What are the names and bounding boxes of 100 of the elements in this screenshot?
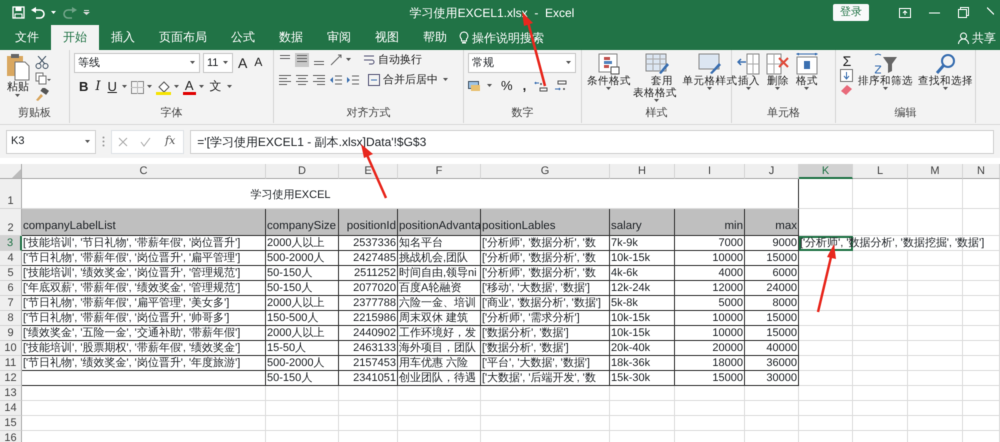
column-header[interactable]: D — [266, 164, 339, 179]
save-icon[interactable] — [12, 6, 25, 19]
table-cell[interactable]: 12000 — [675, 281, 745, 296]
column-header[interactable]: M — [908, 164, 963, 179]
table-cell[interactable]: ['数据分析', '数据'] — [481, 341, 610, 356]
table-cell[interactable]: 6000 — [745, 266, 799, 281]
table-cell[interactable]: 2440902 — [339, 326, 398, 341]
currency-icon[interactable] — [468, 80, 481, 92]
ribbon-button[interactable]: 单元格样式 — [681, 53, 738, 104]
table-cell[interactable]: 50-150人 — [266, 371, 339, 386]
table-cell[interactable]: 7k-9k — [610, 236, 675, 251]
number-format-field[interactable]: 常规 — [468, 53, 576, 73]
column-header[interactable]: L — [853, 164, 908, 179]
column-header[interactable]: H — [610, 164, 675, 179]
font-color-button[interactable]: A — [182, 79, 196, 95]
ribbon-tab[interactable]: 公式 — [219, 25, 267, 50]
table-cell[interactable]: 挑战机会,团队 — [398, 251, 481, 266]
underline-button[interactable]: U — [106, 80, 119, 94]
bold-button[interactable]: B — [77, 80, 90, 94]
caret-icon[interactable] — [85, 140, 91, 144]
table-cell[interactable]: 500-2000人 — [266, 251, 339, 266]
autosum-button[interactable]: Σ — [840, 53, 854, 69]
row-header[interactable]: 1 — [0, 179, 22, 209]
ribbon-display-icon[interactable] — [899, 8, 911, 18]
table-cell[interactable]: ['分析师', '需求分析'] — [481, 311, 610, 326]
row-header[interactable]: 10 — [0, 341, 22, 356]
table-cell[interactable]: ['年底双薪', '带薪年假', '绩效奖金', '管理规范'] — [22, 281, 266, 296]
caret-icon[interactable] — [122, 85, 128, 89]
table-cell[interactable]: 工作环境好，发 — [398, 326, 481, 341]
column-header[interactable]: G — [481, 164, 610, 179]
enter-icon[interactable] — [140, 136, 151, 146]
table-cell[interactable]: 百度A轮融资 — [398, 281, 481, 296]
row-header[interactable]: 11 — [0, 356, 22, 371]
table-cell[interactable]: 10k-15k — [610, 251, 675, 266]
table-cell[interactable]: 15000 — [675, 371, 745, 386]
table-cell[interactable]: 15000 — [745, 311, 799, 326]
merge-center-button[interactable]: 合并后居中 — [366, 74, 440, 86]
row-header[interactable]: 12 — [0, 371, 22, 386]
decrease-decimal-icon[interactable] — [554, 80, 568, 92]
row-header[interactable]: 8 — [0, 311, 22, 326]
table-cell[interactable]: 20000 — [675, 341, 745, 356]
table-cell[interactable]: 5k-8k — [610, 296, 675, 311]
table-cell[interactable]: 2427485 — [339, 251, 398, 266]
table-cell[interactable]: ['平台', '大数据', '数据'] — [481, 356, 610, 371]
table-cell[interactable]: 4000 — [675, 266, 745, 281]
shrink-font-button[interactable]: A — [252, 56, 264, 70]
ribbon-tab[interactable]: 页面布局 — [147, 25, 219, 50]
phonetic-button[interactable]: 文 — [208, 80, 224, 94]
ribbon-tab[interactable]: 数据 — [267, 25, 315, 50]
table-cell[interactable]: ['数据分析', '数据'] — [481, 326, 610, 341]
table-cell[interactable]: 18k-36k — [610, 356, 675, 371]
table-cell[interactable]: 2511252 — [339, 266, 398, 281]
table-cell[interactable]: 4k-6k — [610, 266, 675, 281]
table-cell[interactable]: 用车优惠 六险 — [398, 356, 481, 371]
row-header[interactable]: 15 — [0, 416, 22, 431]
table-cell[interactable]: 500-2000人 — [266, 356, 339, 371]
row-header[interactable]: 5 — [0, 266, 22, 281]
table-cell[interactable]: ['节日礼物', '带薪年假', '扁平管理', '美女多'] — [22, 296, 266, 311]
caret-icon[interactable] — [566, 61, 572, 65]
fill-down-icon[interactable] — [840, 69, 854, 83]
caret-icon[interactable] — [882, 87, 888, 92]
align-right-icon[interactable] — [312, 73, 326, 87]
caret-icon[interactable] — [654, 99, 660, 104]
table-cell[interactable]: 10000 — [675, 311, 745, 326]
grow-font-button[interactable]: A — [236, 54, 250, 72]
decrease-indent-icon[interactable] — [329, 73, 343, 87]
table-cell[interactable]: 18000 — [675, 356, 745, 371]
ribbon-tab[interactable]: 插入 — [99, 25, 147, 50]
table-cell[interactable]: 30000 — [745, 371, 799, 386]
table-cell[interactable]: ['分析师', '数据分析', '数 — [481, 251, 610, 266]
row-header[interactable]: 13 — [0, 386, 22, 401]
table-cell[interactable]: 36000 — [745, 356, 799, 371]
caret-icon[interactable] — [146, 85, 153, 89]
table-cell[interactable]: 2157453 — [339, 356, 398, 371]
table-cell[interactable]: 8000 — [745, 296, 799, 311]
eraser-icon[interactable] — [840, 83, 854, 95]
table-cell[interactable]: ['技能培训', '股票期权', '带薪年假', '绩效奖金'] — [22, 341, 266, 356]
table-cell[interactable]: 150-500人 — [266, 311, 339, 326]
table-cell[interactable]: 2000人以上 — [266, 236, 339, 251]
table-cell[interactable]: 50-150人 — [266, 266, 339, 281]
ribbon-tab[interactable]: 文件 — [3, 25, 51, 50]
table-cell[interactable]: ['分析师', '数据分析', '数 — [481, 236, 610, 251]
column-header[interactable]: I — [675, 164, 745, 179]
row-header[interactable]: 9 — [0, 326, 22, 341]
copy-icon[interactable] — [35, 72, 51, 85]
caret-icon[interactable] — [51, 10, 57, 14]
table-cell[interactable]: ['技能培训', '节日礼物', '带薪年假', '岗位晋升'] — [22, 236, 266, 251]
ribbon-button[interactable]: 格式 — [794, 53, 820, 92]
caret-icon[interactable] — [223, 61, 229, 65]
row-header[interactable]: 7 — [0, 296, 22, 311]
caret-icon[interactable] — [804, 87, 810, 92]
table-cell[interactable]: 20k-40k — [610, 341, 675, 356]
caret-icon[interactable] — [746, 87, 752, 92]
share-button[interactable]: 共享 — [972, 28, 996, 46]
ribbon-tab[interactable]: 开始 — [51, 25, 99, 50]
table-cell[interactable]: 15-50人 — [266, 341, 339, 356]
insert-function-button[interactable]: fx — [163, 135, 178, 148]
cancel-icon[interactable] — [118, 136, 128, 146]
wrap-text-button[interactable]: 自动换行 — [361, 54, 424, 66]
table-cell[interactable]: 50-150人 — [266, 281, 339, 296]
